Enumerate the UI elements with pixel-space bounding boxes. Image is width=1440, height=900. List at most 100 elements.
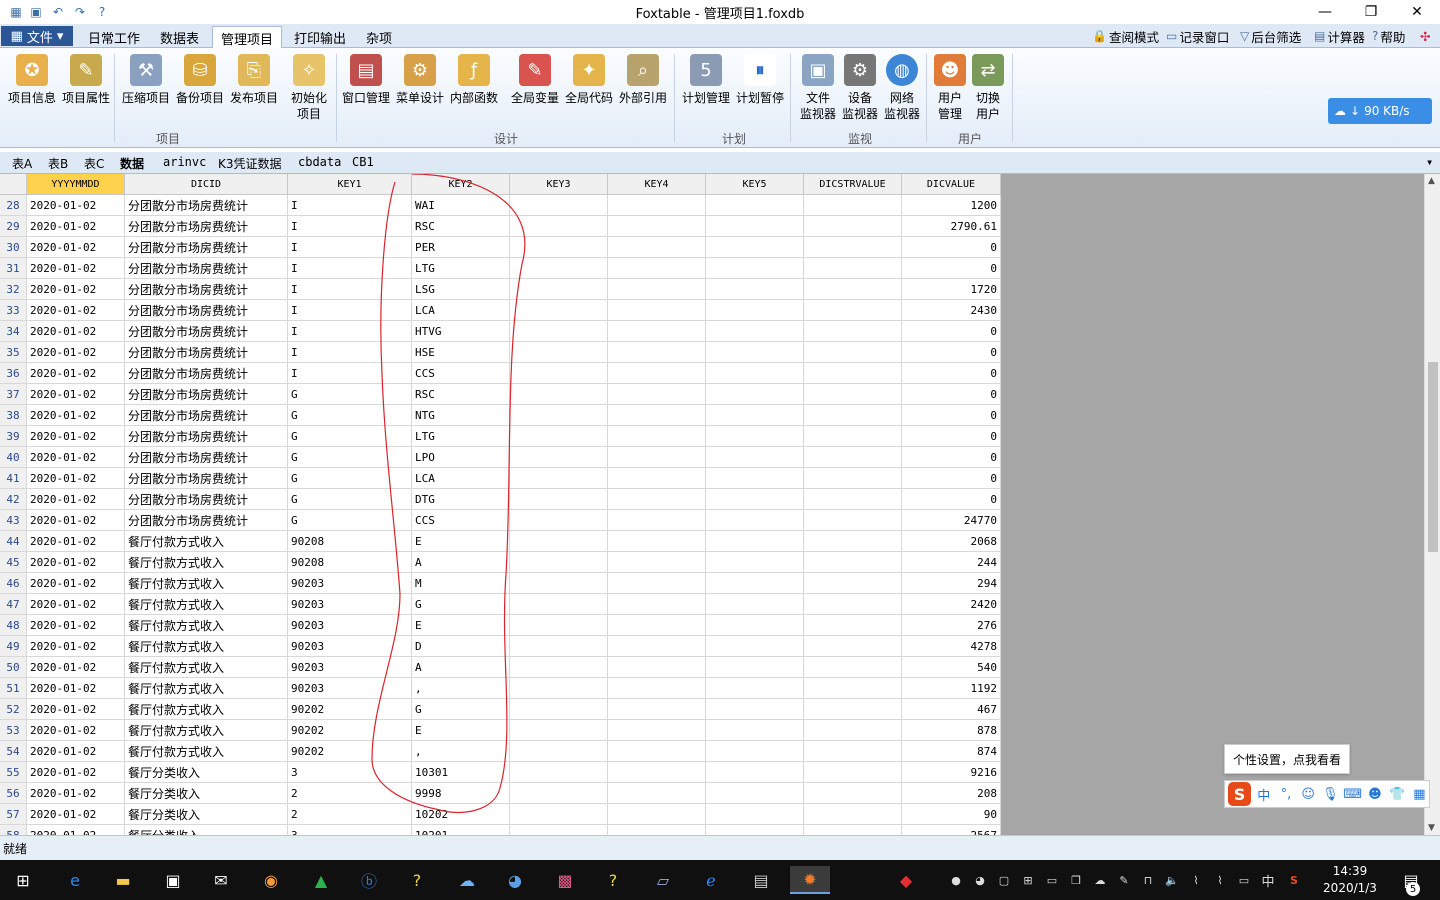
- file-explorer-icon[interactable]: ▬: [108, 866, 138, 894]
- window-manage-button[interactable]: ▤ 窗口管理: [338, 54, 394, 106]
- sheet-tab-data[interactable]: 数据: [120, 155, 144, 172]
- device-icon: ⚙: [844, 54, 876, 86]
- start-windows-icon[interactable]: ⊞: [8, 866, 38, 894]
- init-project-button[interactable]: ✧ 初始化 项目: [281, 54, 337, 122]
- schedule-pause-button[interactable]: ⏸ 计划暂停: [732, 54, 788, 106]
- tray-blue-icon[interactable]: ●: [948, 872, 964, 888]
- network-2-icon[interactable]: ⌇: [1212, 872, 1228, 888]
- calendar-icon: 5: [690, 54, 722, 86]
- mail-icon[interactable]: ✉: [206, 866, 236, 894]
- sheet-tab-cb1[interactable]: CB1: [352, 155, 374, 169]
- skin-icon[interactable]: 👕: [1388, 784, 1407, 804]
- properties-icon: ✎: [70, 54, 102, 86]
- maximize-button[interactable]: ❐: [1348, 0, 1394, 24]
- switch-user-button[interactable]: ⇄ 切换 用户: [960, 54, 1016, 122]
- cloud-app-icon[interactable]: ☁: [452, 866, 482, 894]
- record-window-link[interactable]: ▭ 记录窗口: [1166, 27, 1229, 45]
- data-grid[interactable]: YYYYMMDD DICID KEY1 KEY2 KEY3 KEY4 KEY5 DICSTRV…: [0, 174, 1424, 835]
- sheet-tab-c[interactable]: 表C: [84, 155, 104, 172]
- tab-misc[interactable]: 杂项: [358, 26, 400, 48]
- foxtable-app-icon[interactable]: ✹: [790, 866, 830, 894]
- internal-function-button[interactable]: ƒ 内部函数: [446, 54, 502, 106]
- green-app-icon[interactable]: ▲: [306, 866, 336, 894]
- grid-menu-icon[interactable]: ▦: [1410, 784, 1429, 804]
- image-viewer-icon[interactable]: ▤: [746, 866, 776, 894]
- project-properties-button[interactable]: ✎ 项目属性: [58, 54, 114, 106]
- notebook-app-icon[interactable]: ▱: [648, 866, 678, 894]
- schedule-manage-button[interactable]: 5 计划管理: [678, 54, 734, 106]
- game-app-icon[interactable]: ▩: [550, 866, 580, 894]
- tray-windows-icon[interactable]: ⊞: [1020, 872, 1036, 888]
- chevron-down-icon[interactable]: ▾: [1426, 155, 1433, 169]
- external-reference-button[interactable]: ⌕ 外部引用: [615, 54, 671, 106]
- media-app-icon[interactable]: ◉: [256, 866, 286, 894]
- network-disconnected-icon[interactable]: ⌇: [1188, 872, 1204, 888]
- tab-data-tables[interactable]: 数据表: [152, 26, 207, 48]
- punctuation-icon[interactable]: °,: [1276, 784, 1295, 804]
- help-link[interactable]: ? 帮助: [1372, 27, 1405, 45]
- vertical-scrollbar[interactable]: ▲ ▼: [1424, 174, 1440, 835]
- sheet-tab-k3[interactable]: K3凭证数据: [218, 155, 282, 172]
- ime-tooltip[interactable]: 个性设置，点我看看: [1224, 744, 1350, 774]
- scroll-up-icon[interactable]: ▲: [1428, 176, 1435, 186]
- microphone-icon[interactable]: 🎙: [1321, 784, 1340, 804]
- user-icon[interactable]: ☻: [1365, 784, 1384, 804]
- sheet-tab-b[interactable]: 表B: [48, 155, 68, 172]
- sheet-tab-cbdata[interactable]: cbdata: [298, 155, 341, 169]
- blue-b-app-icon[interactable]: ⓑ: [354, 866, 384, 894]
- status-bar: 就绪: [0, 835, 1440, 860]
- tab-daily-work[interactable]: 日常工作: [80, 26, 148, 48]
- tray-cloud-icon[interactable]: ☁: [1092, 872, 1108, 888]
- system-clock[interactable]: 14:39 2020/1/3: [1316, 863, 1384, 897]
- menu-design-button[interactable]: ⚙ 菜单设计: [392, 54, 448, 106]
- sheet-tab-a[interactable]: 表A: [12, 155, 32, 172]
- clock-date: 2020/1/3: [1323, 881, 1377, 895]
- store-icon[interactable]: ▣: [158, 866, 188, 894]
- tray-bird-icon[interactable]: ◕: [972, 872, 988, 888]
- tray-square-icon[interactable]: ▢: [996, 872, 1012, 888]
- tray-pen-icon[interactable]: ✎: [1116, 872, 1132, 888]
- group-separator: [1012, 54, 1013, 142]
- global-code-button[interactable]: ✦ 全局代码: [561, 54, 617, 106]
- keyboard-icon[interactable]: ⌨: [1343, 784, 1362, 804]
- network-speed-widget[interactable]: ☁ ↓ 90 KB/s: [1328, 98, 1432, 124]
- ime-mode-toggle[interactable]: 中: [1254, 784, 1273, 804]
- tray-usb-icon[interactable]: ⊓: [1140, 872, 1156, 888]
- window-title: Foxtable - 管理项目1.foxdb: [635, 7, 805, 22]
- ime-toolbar[interactable]: S 中 °, ☺ 🎙 ⌨ ☻ 👕 ▦: [1224, 780, 1430, 808]
- help-app-2-icon[interactable]: ?: [598, 866, 628, 894]
- file-menu-button[interactable]: ▦ 文件 ▾: [1, 26, 73, 46]
- colorful-app-icon[interactable]: ✣: [1420, 27, 1430, 45]
- display-icon[interactable]: ▭: [1236, 872, 1252, 888]
- help-app-icon[interactable]: ?: [402, 866, 432, 894]
- edge-browser-icon[interactable]: e: [60, 866, 90, 894]
- tray-red-app-icon[interactable]: ◆: [894, 866, 918, 894]
- bird-app-icon[interactable]: ◕: [500, 866, 530, 894]
- calculator-link[interactable]: ▤ 计算器: [1314, 27, 1365, 45]
- publish-project-button[interactable]: ⎘ 发布项目: [226, 54, 282, 106]
- background-filter-link[interactable]: ▽ 后台筛选: [1240, 27, 1301, 45]
- taskbar: ⊞ e ▬ ▣ ✉ ◉ ▲ ⓑ ? ☁ ◕ ▩ ? ▱ ℯ ▤ ✹ ◆ ● ◕ …: [0, 860, 1440, 900]
- scrollbar-thumb[interactable]: [1428, 362, 1438, 552]
- tab-print-output[interactable]: 打印输出: [286, 26, 354, 48]
- minimize-button[interactable]: —: [1302, 0, 1348, 24]
- backup-project-button[interactable]: ⛁ 备份项目: [172, 54, 228, 106]
- sheet-tab-arinvc[interactable]: arinvc: [163, 155, 206, 169]
- sogou-logo-icon[interactable]: S: [1228, 782, 1252, 806]
- tray-chat-icon[interactable]: ▭: [1044, 872, 1060, 888]
- ie-browser-icon[interactable]: ℯ: [696, 866, 726, 894]
- emoji-icon[interactable]: ☺: [1299, 784, 1318, 804]
- group-label-project: 项目: [155, 132, 180, 146]
- view-mode-link[interactable]: 🔒 查阅模式: [1092, 27, 1159, 45]
- global-variable-button[interactable]: ✎ 全局变量: [507, 54, 563, 106]
- close-button[interactable]: ✕: [1394, 0, 1440, 24]
- tray-copy-icon[interactable]: ❐: [1068, 872, 1084, 888]
- scroll-down-icon[interactable]: ▼: [1428, 823, 1435, 833]
- tab-manage-project[interactable]: 管理项目: [212, 26, 283, 49]
- tray-sogou-icon[interactable]: S: [1286, 872, 1302, 888]
- compress-project-button[interactable]: ⚒ 压缩项目: [118, 54, 174, 106]
- volume-icon[interactable]: 🔈: [1164, 872, 1180, 888]
- tray-ime-indicator[interactable]: 中: [1260, 872, 1276, 890]
- help-icon: ?: [1372, 29, 1379, 43]
- project-info-button[interactable]: ✪ 项目信息: [4, 54, 60, 106]
